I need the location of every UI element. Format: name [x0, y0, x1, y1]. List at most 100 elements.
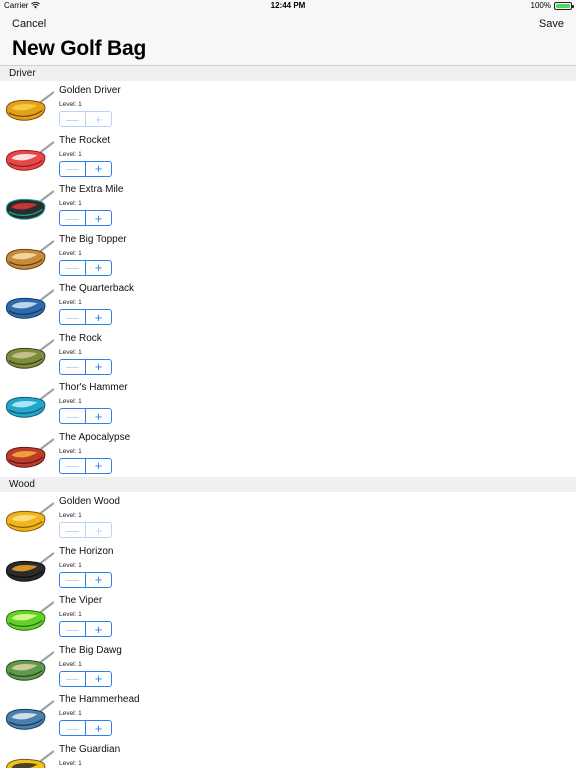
- status-time: 12:44 PM: [270, 1, 306, 10]
- club-head-icon: [5, 239, 54, 270]
- club-name: The Rock: [59, 332, 102, 344]
- increment-button[interactable]: +: [86, 672, 111, 686]
- club-row[interactable]: The Extra Mile Level: 1 — +: [0, 180, 576, 230]
- club-level: Level: 1: [59, 150, 82, 158]
- club-head-icon: [5, 700, 54, 730]
- level-stepper[interactable]: — +: [59, 571, 112, 588]
- club-level: Level: 1: [59, 299, 82, 306]
- level-stepper[interactable]: — +: [59, 621, 112, 637]
- level-stepper[interactable]: — +: [59, 720, 112, 736]
- section-header: Driver: [0, 66, 576, 81]
- level-stepper[interactable]: — +: [59, 111, 112, 127]
- decrement-button[interactable]: —: [60, 409, 86, 423]
- level-stepper[interactable]: — +: [59, 160, 112, 177]
- club-row[interactable]: The GuardianLevel: 1—+: [0, 740, 576, 768]
- decrement-button[interactable]: —: [60, 260, 86, 275]
- level-stepper[interactable]: — +: [59, 522, 112, 538]
- club-head-icon: [5, 190, 54, 220]
- decrement-button[interactable]: —: [60, 161, 86, 176]
- club-level: Level: 1: [59, 398, 82, 405]
- increment-button[interactable]: +: [86, 721, 111, 735]
- club-level: Level: 1: [59, 348, 82, 356]
- increment-button[interactable]: +: [86, 261, 111, 275]
- level-stepper[interactable]: — +: [59, 210, 112, 226]
- navigation-bar: Cancel Save New Golf Bag: [0, 12, 576, 66]
- increment-button[interactable]: +: [86, 573, 111, 587]
- status-right: 100%: [530, 1, 574, 10]
- club-row[interactable]: The Hammerhead Level: 1 — +: [0, 690, 576, 740]
- club-head-icon: [5, 551, 54, 582]
- decrement-button[interactable]: —: [60, 523, 86, 537]
- club-name: The Big Topper: [59, 233, 127, 245]
- club-row[interactable]: The Rock Level: 1 — +: [0, 329, 576, 379]
- club-list[interactable]: Driver Golden Driver Level: 1— + The Rocket L…: [0, 66, 576, 768]
- club-head-icon: [5, 437, 54, 468]
- club-head-icon: [5, 289, 54, 319]
- page-title: New Golf Bag: [12, 37, 147, 60]
- club-head-icon: [5, 338, 54, 369]
- club-row[interactable]: The Apocalypse Level: 1 — +: [0, 428, 576, 478]
- level-stepper[interactable]: — +: [59, 259, 112, 276]
- club-row[interactable]: The Big Topper Level: 1 — +: [0, 230, 576, 280]
- club-row[interactable]: The Rocket Level: 1 — +: [0, 131, 576, 181]
- club-name: Golden Driver: [59, 85, 121, 96]
- club-level: Level: 1: [59, 200, 82, 207]
- decrement-button[interactable]: —: [60, 359, 86, 374]
- club-head-icon: [5, 601, 54, 631]
- decrement-button[interactable]: —: [60, 112, 86, 126]
- club-level: Level: 1: [59, 710, 82, 717]
- section-header: Wood: [0, 477, 576, 492]
- increment-button[interactable]: +: [86, 523, 111, 537]
- club-level: Level: 1: [59, 561, 82, 569]
- decrement-button[interactable]: —: [60, 671, 86, 686]
- battery-icon: [554, 1, 574, 10]
- club-name: The Big Dawg: [59, 644, 122, 656]
- club-name: The Rocket: [59, 134, 111, 146]
- increment-button[interactable]: +: [86, 310, 111, 324]
- club-name: The Guardian: [59, 743, 121, 755]
- club-head-icon: [5, 650, 54, 681]
- club-row[interactable]: The Quarterback Level: 1 — +: [0, 279, 576, 329]
- club-row[interactable]: The Horizon Level: 1 — +: [0, 542, 576, 592]
- increment-button[interactable]: +: [86, 162, 111, 176]
- club-row[interactable]: Golden Driver Level: 1 — +: [0, 81, 576, 131]
- cancel-button[interactable]: Cancel: [12, 18, 46, 30]
- club-name: The Apocalypse: [59, 431, 131, 443]
- decrement-button[interactable]: —: [60, 572, 86, 587]
- club-head-icon: [5, 91, 54, 121]
- level-stepper[interactable]: — +: [59, 309, 112, 325]
- club-name: The Quarterback: [59, 283, 135, 294]
- decrement-button[interactable]: —: [60, 211, 86, 225]
- club-level: Level: 1: [59, 447, 82, 455]
- club-row[interactable]: The Viper Level: 1 — +: [0, 591, 576, 641]
- decrement-button[interactable]: —: [60, 622, 86, 636]
- club-row[interactable]: Golden Wood Level: 1 — +: [0, 492, 576, 542]
- level-stepper[interactable]: — +: [59, 670, 112, 687]
- increment-button[interactable]: +: [86, 409, 111, 423]
- increment-button[interactable]: +: [86, 360, 111, 374]
- club-name: The Extra Mile: [59, 184, 124, 195]
- decrement-button[interactable]: —: [60, 310, 86, 324]
- increment-button[interactable]: +: [86, 112, 111, 126]
- status-bar: Carrier 12:44 PM 100%: [0, 0, 576, 12]
- level-stepper[interactable]: — +: [59, 358, 112, 375]
- club-head-icon: [5, 140, 54, 171]
- club-level: Level: 1: [59, 611, 82, 618]
- club-row[interactable]: Thor's Hammer Level: 1 — +: [0, 378, 576, 428]
- club-head-icon: [5, 749, 54, 768]
- club-row[interactable]: The Big Dawg Level: 1 — +: [0, 641, 576, 691]
- battery-percent: 100%: [530, 1, 551, 10]
- club-head-icon: [5, 388, 54, 418]
- level-stepper[interactable]: — +: [59, 457, 112, 474]
- increment-button[interactable]: +: [86, 622, 111, 636]
- decrement-button[interactable]: —: [60, 721, 86, 735]
- decrement-button[interactable]: —: [60, 458, 86, 473]
- club-name: The Horizon: [59, 545, 114, 557]
- club-level: Level: 1: [59, 512, 82, 519]
- level-stepper[interactable]: — +: [59, 408, 112, 424]
- club-name: Golden Wood: [59, 496, 120, 507]
- save-button[interactable]: Save: [539, 18, 564, 30]
- increment-button[interactable]: +: [86, 459, 111, 473]
- increment-button[interactable]: +: [86, 211, 111, 225]
- club-name: Thor's Hammer: [59, 382, 128, 393]
